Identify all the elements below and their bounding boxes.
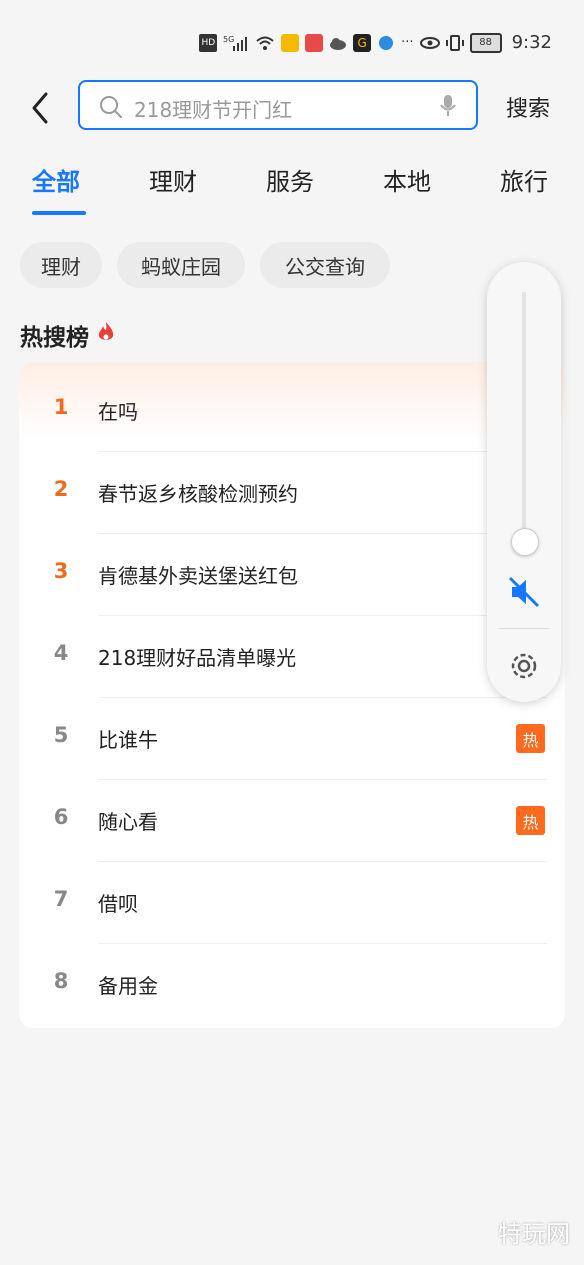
rank-number: 1 <box>53 395 69 419</box>
tab-services[interactable]: 服务 <box>266 162 314 197</box>
rank-number: 7 <box>53 887 69 911</box>
cloud-icon <box>329 34 347 52</box>
microphone-icon[interactable] <box>440 94 456 122</box>
hot-search-list: 1 在吗 2 春节返乡核酸检测预约 3 肯德基外卖送堡送红包 4 218理财好品… <box>19 362 565 1028</box>
battery-icon: 88 <box>469 32 502 53</box>
chip-bus-query[interactable]: 公交查询 <box>260 242 390 288</box>
mail-app-icon <box>281 33 300 52</box>
rank-number: 6 <box>53 805 69 829</box>
watermark: 特玩网 <box>498 1220 570 1248</box>
list-item[interactable]: 4 218理财好品清单曝光 <box>19 616 565 698</box>
status-bar: HD 5G G ··· 88 9:32 <box>0 0 584 80</box>
item-text: 218理财好品清单曝光 <box>98 646 297 670</box>
item-text: 备用金 <box>98 974 158 998</box>
hot-badge: 热 <box>516 724 545 753</box>
list-item[interactable]: 1 在吗 <box>19 370 565 452</box>
mute-toggle[interactable] <box>506 574 542 614</box>
item-text: 随心看 <box>98 810 158 834</box>
list-item[interactable]: 5 比谁牛 热 <box>19 698 565 780</box>
tab-all[interactable]: 全部 <box>32 162 80 197</box>
hd-icon: HD <box>199 33 218 52</box>
item-text: 肯德基外卖送堡送红包 <box>98 564 298 588</box>
g-app-icon: G <box>353 33 372 52</box>
clock: 9:32 <box>511 32 552 53</box>
app-notification-icon <box>305 33 324 52</box>
rank-number: 2 <box>53 477 69 501</box>
item-text: 借呗 <box>98 892 138 916</box>
item-text: 在吗 <box>98 400 138 424</box>
eye-icon <box>419 34 440 52</box>
volume-slider-handle[interactable] <box>511 528 539 556</box>
tab-finance[interactable]: 理财 <box>149 162 197 197</box>
speaker-muted-icon <box>508 576 540 608</box>
tab-travel[interactable]: 旅行 <box>500 162 548 197</box>
active-tab-indicator <box>32 211 86 215</box>
svg-text:5G: 5G <box>223 35 234 44</box>
volume-slider[interactable] <box>522 292 526 542</box>
chip-ant-farm[interactable]: 蚂蚁庄园 <box>117 242 245 288</box>
back-arrow-icon <box>32 92 48 124</box>
item-text: 春节返乡核酸检测预约 <box>98 482 298 506</box>
list-item[interactable]: 2 春节返乡核酸检测预约 <box>19 452 565 534</box>
rank-number: 5 <box>53 723 69 747</box>
wifi-icon <box>255 34 275 52</box>
rank-number: 8 <box>53 969 69 993</box>
rank-number: 3 <box>53 559 69 583</box>
hot-list-title-text: 热搜榜 <box>20 325 89 351</box>
chip-finance[interactable]: 理财 <box>20 242 102 288</box>
search-input[interactable]: 218理财节开门红 <box>78 80 478 130</box>
more-dots-icon: ··· <box>401 35 414 50</box>
vibrate-icon <box>445 34 464 52</box>
sound-settings-button[interactable] <box>506 648 542 688</box>
hot-list-title: 热搜榜 <box>20 318 115 352</box>
list-item[interactable]: 8 备用金 <box>19 944 565 1026</box>
rank-number: 4 <box>53 641 69 665</box>
back-button[interactable] <box>26 88 56 128</box>
flame-icon <box>97 321 115 349</box>
browser-icon <box>377 34 395 52</box>
list-item[interactable]: 3 肯德基外卖送堡送红包 <box>19 534 565 616</box>
tab-local[interactable]: 本地 <box>383 162 431 197</box>
gear-icon <box>511 653 537 679</box>
search-header: 218理财节开门红 搜索 <box>0 80 584 136</box>
list-item[interactable]: 6 随心看 热 <box>19 780 565 862</box>
hot-badge: 热 <box>516 806 545 835</box>
item-text: 比谁牛 <box>98 728 158 752</box>
list-item[interactable]: 7 借呗 <box>19 862 565 944</box>
search-icon <box>98 94 124 124</box>
category-tabs: 全部 理财 服务 本地 旅行 <box>0 162 584 222</box>
signal-icon: 5G <box>223 34 249 52</box>
search-button[interactable]: 搜索 <box>506 91 550 123</box>
search-placeholder: 218理财节开门红 <box>134 98 293 122</box>
divider <box>499 628 549 629</box>
volume-panel <box>487 262 561 702</box>
